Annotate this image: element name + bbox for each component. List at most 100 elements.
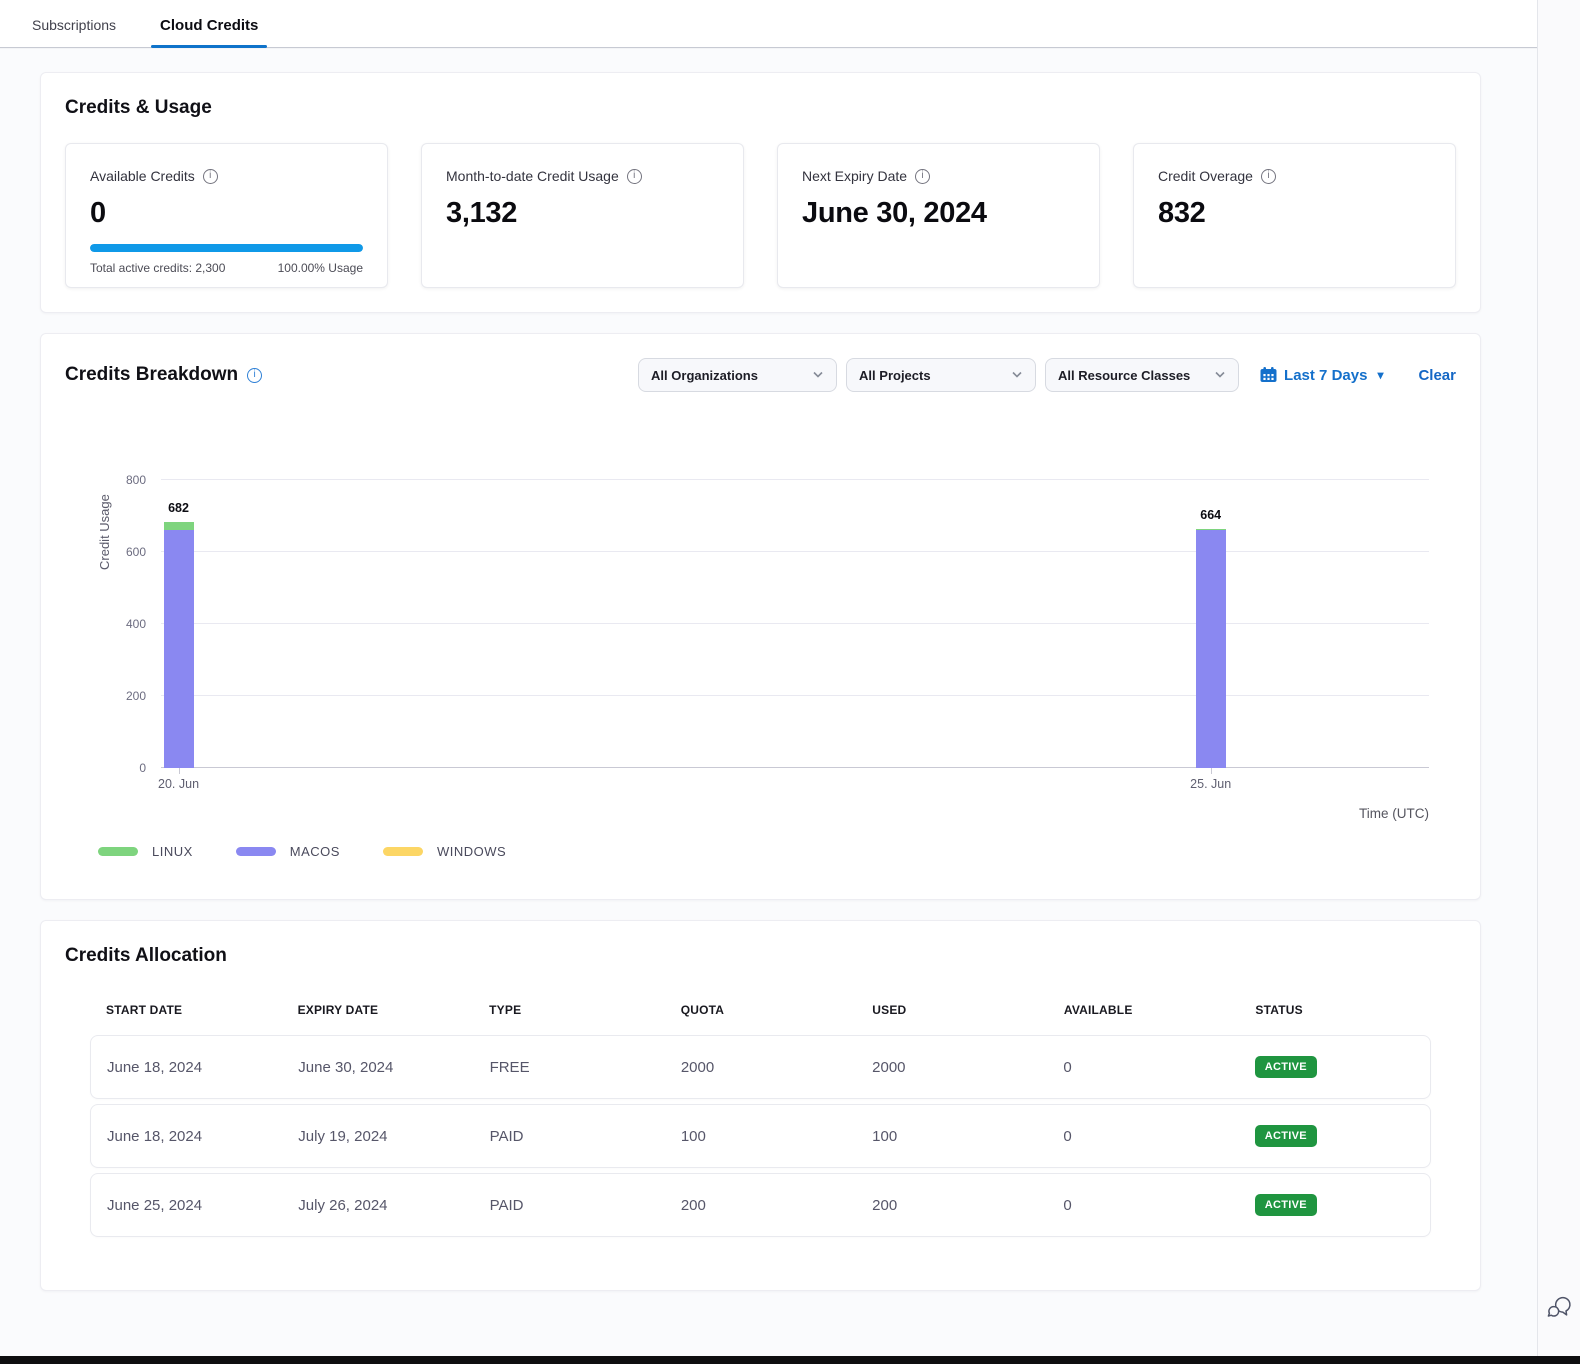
resource-classes-dropdown[interactable]: All Resource Classes	[1045, 358, 1239, 392]
chat-widget-button[interactable]	[1546, 1295, 1573, 1324]
cell-start-date: June 18, 2024	[91, 1128, 282, 1145]
available-credits-value: 0	[90, 197, 363, 230]
bar-20-Jun[interactable]: 682	[164, 522, 194, 768]
dropdown-value: All Resource Classes	[1058, 368, 1190, 383]
legend-label: MACOS	[290, 844, 340, 859]
info-icon[interactable]	[203, 169, 218, 184]
organizations-dropdown[interactable]: All Organizations	[638, 358, 837, 392]
info-icon[interactable]	[627, 169, 642, 184]
cell-expiry-date: June 30, 2024	[282, 1059, 473, 1076]
column-header: USED	[856, 1003, 1048, 1017]
allocation-table: START DATEEXPIRY DATETYPEQUOTAUSEDAVAILA…	[90, 1003, 1431, 1237]
cell-available: 0	[1047, 1128, 1238, 1145]
cell-used: 200	[856, 1197, 1047, 1214]
legend-label: LINUX	[152, 844, 193, 859]
legend-swatch	[236, 847, 276, 856]
chevron-down-icon	[1011, 371, 1023, 379]
clear-filters-button[interactable]: Clear	[1418, 367, 1456, 384]
chart-legend: LINUX MACOS WINDOWS	[98, 844, 1456, 859]
usage-percent: 100.00% Usage	[278, 261, 363, 275]
credits-usage-section: Credits & Usage Available Credits 0 Tota…	[40, 72, 1481, 313]
table-row: June 18, 2024June 30, 2024FREE200020000A…	[90, 1035, 1431, 1099]
status-badge: ACTIVE	[1255, 1056, 1317, 1078]
cell-type: FREE	[474, 1059, 665, 1076]
y-tick-label: 200	[101, 689, 146, 703]
status-badge: ACTIVE	[1255, 1125, 1317, 1147]
bar-segment-macos	[164, 530, 194, 768]
credits-breakdown-title: Credits Breakdown	[65, 364, 238, 386]
plot-area: Credit Usage Time (UTC) 0200400600800682…	[161, 480, 1429, 768]
total-active-credits: Total active credits: 2,300	[90, 261, 225, 275]
stat-label: Month-to-date Credit Usage	[446, 168, 719, 184]
dropdown-value: All Projects	[859, 368, 931, 383]
cell-quota: 100	[665, 1128, 856, 1145]
legend-swatch	[383, 847, 423, 856]
breakdown-title-wrap: Credits Breakdown	[65, 364, 262, 386]
bottom-bar	[0, 1356, 1580, 1364]
y-tick-label: 600	[101, 545, 146, 559]
date-range-picker[interactable]: Last 7 Days ▾	[1260, 367, 1383, 384]
tab-bar: Subscriptions Cloud Credits	[0, 0, 1537, 48]
gridline	[161, 623, 1429, 624]
cell-status: ACTIVE	[1239, 1194, 1430, 1216]
table-row: June 25, 2024July 26, 2024PAID2002000ACT…	[90, 1173, 1431, 1237]
column-header: AVAILABLE	[1048, 1003, 1240, 1017]
credits-progress-bar	[90, 244, 363, 252]
triangle-down-icon: ▾	[1377, 368, 1383, 382]
bar-segment-linux	[164, 522, 194, 530]
next-expiry-value: June 30, 2024	[802, 197, 1075, 230]
breakdown-header: Credits Breakdown All Organizations All …	[65, 358, 1456, 392]
stat-card-row: Available Credits 0 Total active credits…	[65, 143, 1456, 288]
table-row: June 18, 2024July 19, 2024PAID1001000ACT…	[90, 1104, 1431, 1168]
cell-expiry-date: July 26, 2024	[282, 1197, 473, 1214]
cell-status: ACTIVE	[1239, 1125, 1430, 1147]
column-header: START DATE	[90, 1003, 282, 1017]
gridline	[161, 551, 1429, 552]
legend-item-macos[interactable]: MACOS	[236, 844, 340, 859]
allocation-header-row: START DATEEXPIRY DATETYPEQUOTAUSEDAVAILA…	[90, 1003, 1431, 1035]
bar-total-label: 682	[168, 501, 189, 515]
gridline	[161, 479, 1429, 480]
x-tick-mark	[179, 768, 180, 774]
date-range-value: Last 7 Days	[1284, 367, 1367, 384]
bar-total-label: 664	[1200, 508, 1221, 522]
credits-allocation-section: Credits Allocation START DATEEXPIRY DATE…	[40, 920, 1481, 1291]
cell-quota: 200	[665, 1197, 856, 1214]
info-icon[interactable]	[247, 368, 262, 383]
credit-overage-value: 832	[1158, 197, 1431, 230]
cell-type: PAID	[474, 1128, 665, 1145]
info-icon[interactable]	[1261, 169, 1276, 184]
bar-segment-macos	[1196, 530, 1226, 768]
info-icon[interactable]	[915, 169, 930, 184]
credits-breakdown-section: Credits Breakdown All Organizations All …	[40, 333, 1481, 900]
stat-card-credit-overage: Credit Overage 832	[1133, 143, 1456, 288]
legend-item-windows[interactable]: WINDOWS	[383, 844, 506, 859]
stat-label-text: Month-to-date Credit Usage	[446, 168, 619, 184]
stat-label: Next Expiry Date	[802, 168, 1075, 184]
credits-allocation-title: Credits Allocation	[65, 945, 1456, 967]
right-gutter	[1537, 0, 1580, 1356]
cell-expiry-date: July 19, 2024	[282, 1128, 473, 1145]
tab-subscriptions[interactable]: Subscriptions	[23, 17, 125, 47]
y-tick-label: 0	[101, 761, 146, 775]
status-badge: ACTIVE	[1255, 1194, 1317, 1216]
dropdown-value: All Organizations	[651, 368, 758, 383]
column-header: STATUS	[1239, 1003, 1431, 1017]
cell-start-date: June 25, 2024	[91, 1197, 282, 1214]
calendar-icon	[1260, 367, 1277, 383]
cell-used: 2000	[856, 1059, 1047, 1076]
stat-card-available-credits: Available Credits 0 Total active credits…	[65, 143, 388, 288]
cell-available: 0	[1047, 1197, 1238, 1214]
projects-dropdown[interactable]: All Projects	[846, 358, 1036, 392]
credit-usage-chart: Credit Usage Time (UTC) 0200400600800682…	[161, 480, 1429, 768]
stat-label: Available Credits	[90, 168, 363, 184]
cell-start-date: June 18, 2024	[91, 1059, 282, 1076]
y-tick-label: 800	[101, 473, 146, 487]
chevron-down-icon	[1214, 371, 1226, 379]
legend-label: WINDOWS	[437, 844, 506, 859]
tab-cloud-credits[interactable]: Cloud Credits	[151, 17, 267, 47]
legend-item-linux[interactable]: LINUX	[98, 844, 193, 859]
bar-25-Jun[interactable]: 664	[1196, 529, 1226, 768]
cell-quota: 2000	[665, 1059, 856, 1076]
gridline	[161, 695, 1429, 696]
